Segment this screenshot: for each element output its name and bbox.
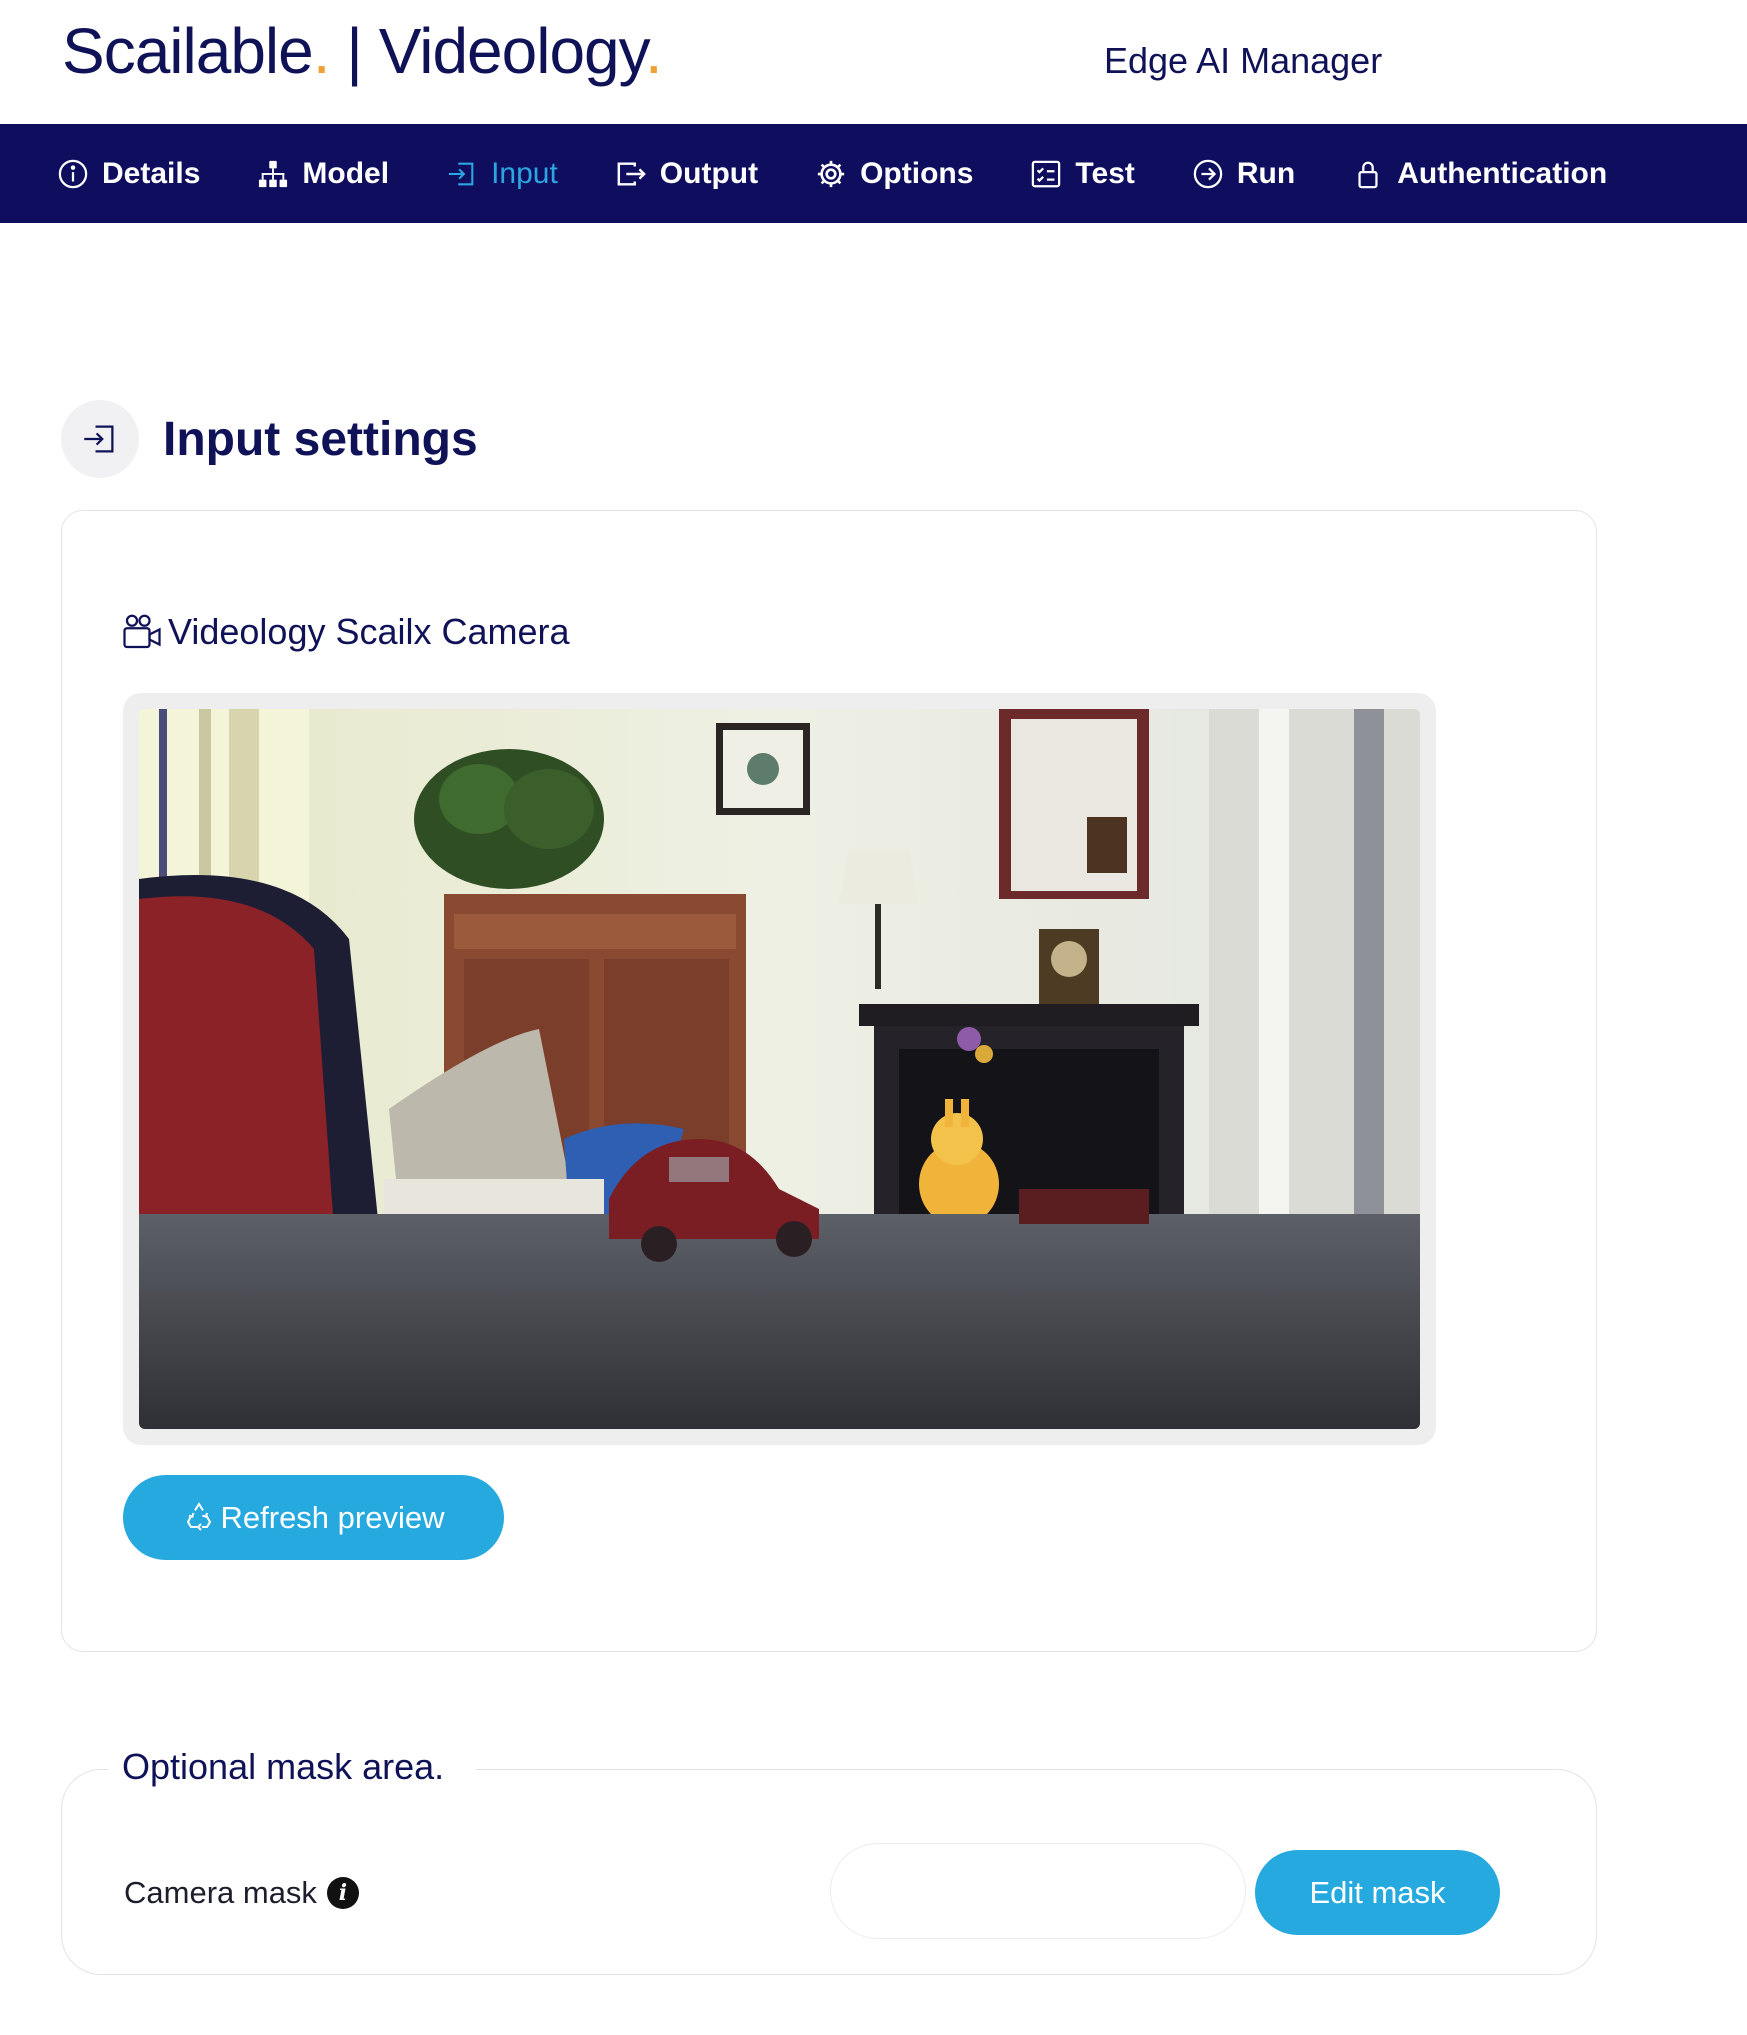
nav-authentication[interactable]: Authentication	[1353, 157, 1607, 191]
nav-details-label: Details	[102, 156, 201, 190]
nav-input[interactable]: Input	[447, 157, 558, 191]
camera-reels-icon	[123, 614, 161, 649]
nav-run[interactable]: Run	[1193, 157, 1295, 191]
edit-mask-button[interactable]: Edit mask	[1255, 1850, 1500, 1935]
camera-card: Videology Scailx Camera Refresh preview	[61, 510, 1597, 1652]
box-arrow-out-icon	[617, 161, 646, 186]
info-icon[interactable]: i	[326, 1877, 359, 1909]
nav-output[interactable]: Output	[616, 157, 758, 191]
app-header: Scailable. | Videology. Edge AI Manager	[0, 0, 1747, 124]
camera-mask-label-text: Camera mask	[124, 1875, 317, 1910]
mask-fieldset: Camera mask i Edit mask	[61, 1769, 1597, 1975]
info-circle-icon	[58, 159, 88, 188]
nav-input-label: Input	[491, 156, 558, 190]
lock-icon	[1358, 161, 1378, 188]
camera-title: Videology Scailx Camera	[122, 611, 570, 653]
checklist-icon	[1032, 160, 1061, 187]
nav-output-label: Output	[659, 156, 759, 190]
brand-dot: .	[312, 15, 331, 87]
brand-separator: |	[329, 15, 379, 87]
nav-model-label: Model	[302, 156, 390, 190]
brand-dot: .	[644, 15, 663, 87]
arrow-circle-icon	[1193, 159, 1223, 188]
brand-scailable: Scailable	[62, 15, 314, 87]
camera-preview-image	[139, 709, 1420, 1429]
main-nav: Details Model Input Output Options Test …	[0, 124, 1747, 223]
camera-title-text: Videology Scailx Camera	[168, 611, 570, 652]
mask-legend: Optional mask area.	[108, 1746, 477, 1788]
nav-test-label: Test	[1075, 156, 1135, 190]
nav-test[interactable]: Test	[1031, 156, 1135, 191]
app-subtitle: Edge AI Manager	[1104, 40, 1383, 81]
section-icon-circle	[61, 400, 139, 478]
diagram-icon	[259, 160, 288, 187]
page-title: Input settings	[163, 412, 478, 466]
nav-options[interactable]: Options	[816, 157, 973, 191]
refresh-preview-label: Refresh preview	[220, 1499, 445, 1535]
nav-details[interactable]: Details	[58, 157, 200, 191]
refresh-preview-button[interactable]: Refresh preview	[123, 1475, 504, 1560]
nav-authentication-label: Authentication	[1397, 156, 1608, 190]
nav-run-label: Run	[1236, 156, 1296, 190]
box-arrow-in-icon	[448, 162, 474, 185]
nav-model[interactable]: Model	[258, 157, 389, 191]
preview-frame	[123, 693, 1436, 1445]
camera-preview-scene	[139, 709, 1420, 1429]
section-header: Input settings	[61, 400, 478, 478]
recycle-icon	[186, 1501, 211, 1531]
nav-options-label: Options	[860, 156, 974, 190]
camera-mask-input[interactable]	[830, 1843, 1246, 1939]
camera-mask-label: Camera mask i	[124, 1875, 359, 1911]
gear-icon	[817, 160, 845, 187]
brand-logo[interactable]: Scailable. | Videology.	[62, 14, 663, 88]
brand-videology: Videology	[378, 15, 646, 87]
box-arrow-in-icon	[84, 425, 114, 453]
